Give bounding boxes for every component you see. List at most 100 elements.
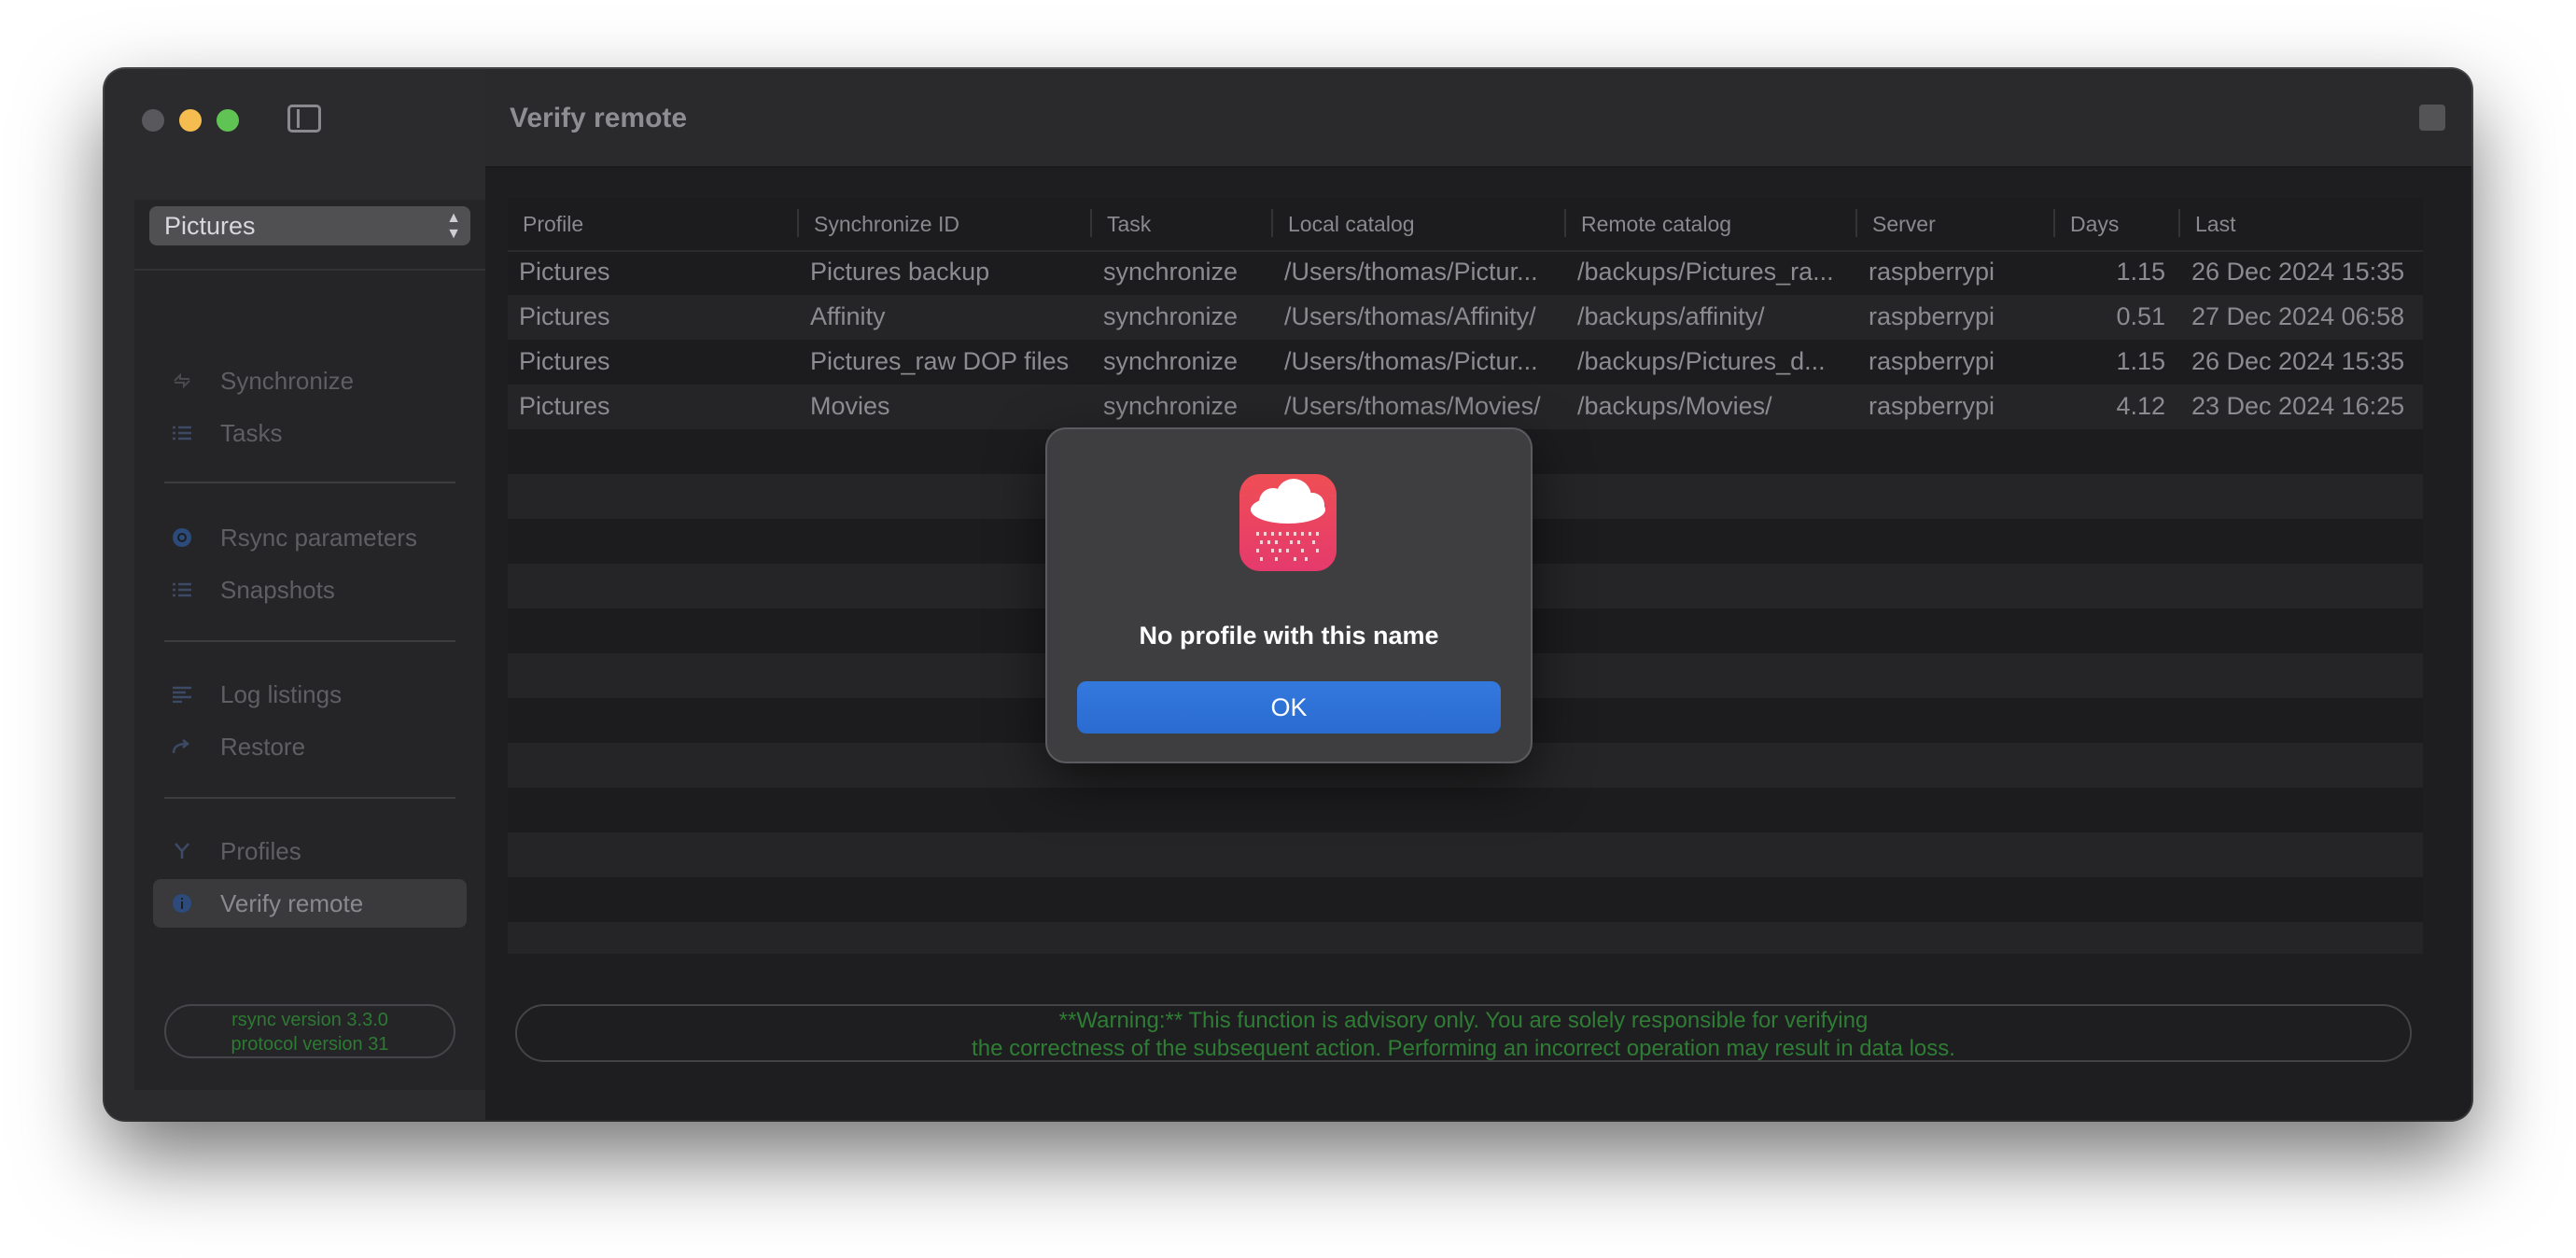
profile-selector[interactable]: Pictures ▲ ▼ bbox=[149, 206, 470, 245]
table-cell-profile: Pictures bbox=[519, 302, 610, 330]
table-cell-local-catalog: /Users/thomas/Pictur... bbox=[1284, 258, 1538, 286]
branch-icon bbox=[175, 843, 189, 859]
sidebar-toggle-icon[interactable] bbox=[287, 105, 321, 133]
table-cell-local-catalog: /Users/thomas/Movies/ bbox=[1284, 392, 1541, 420]
sidebar-divider bbox=[134, 269, 485, 271]
alert-dialog: No profile with this name OK bbox=[1047, 429, 1531, 762]
table-cell-days: 4.12 bbox=[2116, 392, 2165, 420]
sidebar-item-label: Rsync parameters bbox=[220, 524, 417, 552]
app-icon bbox=[1239, 474, 1337, 571]
table-cell-server: raspberrypi bbox=[1869, 258, 1995, 286]
warning-text-line2: the correctness of the subsequent action… bbox=[972, 1036, 1955, 1061]
table-row[interactable]: Pictures Movies synchronize/Users/thomas/M… bbox=[508, 384, 2423, 429]
rsync-version-text: rsync version 3.3.0 bbox=[231, 1010, 388, 1030]
rsync-protocol-text: protocol version 31 bbox=[231, 1034, 389, 1055]
empty-row bbox=[508, 832, 2423, 877]
sidebar-item-restore[interactable]: Restore bbox=[153, 722, 467, 771]
warning-text-line1: **Warning:** This function is advisory o… bbox=[1058, 1008, 1869, 1033]
sidebar-item-label: Snapshots bbox=[220, 576, 335, 604]
column-header-synchronize-id[interactable]: Synchronize ID bbox=[814, 212, 959, 237]
table-cell-remote-catalog: /backups/Movies/ bbox=[1577, 392, 1772, 420]
info-circle-icon bbox=[173, 894, 191, 913]
table-cell-remote-catalog: /backups/Pictures_d... bbox=[1577, 347, 1826, 375]
table-cell-days: 1.15 bbox=[2116, 258, 2165, 286]
table-cell-last: 23 Dec 2024 16:25 bbox=[2191, 392, 2405, 420]
restore-arrow-icon bbox=[172, 739, 190, 754]
table-cell-last: 26 Dec 2024 15:35 bbox=[2191, 258, 2405, 286]
table-cell-days: 1.15 bbox=[2116, 347, 2165, 375]
sidebar-item-label: Profiles bbox=[220, 837, 301, 865]
table-cell-last: 27 Dec 2024 06:58 bbox=[2191, 302, 2405, 330]
table-cell-days: 0.51 bbox=[2116, 302, 2165, 330]
table-cell-task: synchronize bbox=[1103, 347, 1239, 375]
column-separator[interactable] bbox=[1090, 209, 1092, 237]
table-header: Profile Synchronize ID Task Local catalo… bbox=[508, 198, 2423, 252]
sidebar-item-label: Verify remote bbox=[220, 889, 364, 917]
sidebar-item-rsync-parameters[interactable]: Rsync parameters bbox=[153, 513, 467, 562]
warning-banner: **Warning:** This function is advisory o… bbox=[515, 1004, 2412, 1062]
window-close-button[interactable] bbox=[142, 109, 164, 132]
table-row[interactable]: Pictures Pictures backup synchronize/Users… bbox=[508, 250, 2423, 295]
sidebar: Pictures ▲ ▼ Synchronize Tasks Rsync para… bbox=[105, 69, 485, 1120]
table-cell-local-catalog: /Users/thomas/Pictur... bbox=[1284, 347, 1538, 375]
table-cell-task: synchronize bbox=[1103, 302, 1239, 330]
column-separator[interactable] bbox=[1271, 209, 1273, 237]
column-header-task[interactable]: Task bbox=[1107, 212, 1151, 237]
table-row[interactable]: Pictures Pictures_raw DOP files synchroniz… bbox=[508, 340, 2423, 384]
profile-selector-value: Pictures bbox=[164, 212, 256, 240]
column-header-days[interactable]: Days bbox=[2070, 212, 2119, 237]
sidebar-item-label: Synchronize bbox=[220, 367, 355, 395]
ok-button[interactable]: OK bbox=[1077, 681, 1501, 734]
table-cell-profile: Pictures bbox=[519, 392, 610, 420]
dialog-message: No profile with this name bbox=[1139, 622, 1439, 650]
window-minimize-button[interactable] bbox=[179, 109, 202, 132]
table-cell-synchronize-id: Pictures_raw DOP files bbox=[810, 347, 1070, 375]
table-cell-local-catalog: /Users/thomas/Affinity/ bbox=[1284, 302, 1536, 330]
sync-icon bbox=[174, 372, 190, 389]
page-title: Verify remote bbox=[510, 103, 688, 133]
sidebar-item-synchronize[interactable]: Synchronize bbox=[153, 356, 467, 405]
empty-row bbox=[508, 922, 2423, 954]
column-header-last[interactable]: Last bbox=[2195, 212, 2235, 237]
sidebar-panel bbox=[134, 200, 485, 1090]
table-cell-server: raspberrypi bbox=[1869, 392, 1995, 420]
window-zoom-button[interactable] bbox=[217, 109, 239, 132]
rsync-version-badge: rsync version 3.3.0 protocol version 31 bbox=[164, 1004, 455, 1058]
sidebar-item-log-listings[interactable]: Log listings bbox=[153, 670, 467, 719]
column-separator[interactable] bbox=[1564, 209, 1566, 237]
table-cell-remote-catalog: /backups/Pictures_ra... bbox=[1577, 258, 1834, 286]
table-cell-profile: Pictures bbox=[519, 347, 610, 375]
sidebar-item-tasks[interactable]: Tasks bbox=[153, 409, 467, 457]
table-cell-remote-catalog: /backups/affinity/ bbox=[1577, 302, 1765, 330]
gear-circle-icon bbox=[173, 528, 191, 547]
column-header-server[interactable]: Server bbox=[1872, 212, 1936, 237]
sidebar-item-snapshots[interactable]: Snapshots bbox=[153, 566, 467, 614]
sidebar-item-verify-remote[interactable]: Verify remote bbox=[153, 879, 467, 928]
column-separator[interactable] bbox=[1855, 209, 1857, 237]
column-header-local-catalog[interactable]: Local catalog bbox=[1288, 212, 1415, 237]
column-separator[interactable] bbox=[2178, 209, 2180, 237]
column-header-remote-catalog[interactable]: Remote catalog bbox=[1581, 212, 1731, 237]
sidebar-separator bbox=[164, 640, 455, 642]
table-row[interactable]: Pictures Affinity synchronize/Users/thomas… bbox=[508, 295, 2423, 340]
table-cell-last: 26 Dec 2024 15:35 bbox=[2191, 347, 2405, 375]
table-cell-synchronize-id: Pictures backup bbox=[810, 258, 990, 286]
table-cell-server: raspberrypi bbox=[1869, 302, 1995, 330]
sidebar-separator bbox=[164, 482, 455, 483]
column-header-profile[interactable]: Profile bbox=[523, 212, 583, 237]
table-cell-server: raspberrypi bbox=[1869, 347, 1995, 375]
stop-button[interactable] bbox=[2419, 105, 2445, 131]
sidebar-item-label: Tasks bbox=[220, 419, 283, 447]
list-icon bbox=[173, 582, 191, 597]
column-separator[interactable] bbox=[2053, 209, 2055, 237]
table-cell-synchronize-id: Movies bbox=[810, 392, 890, 420]
sidebar-item-profiles[interactable]: Profiles bbox=[153, 827, 467, 875]
chevron-updown-icon: ▲ ▼ bbox=[446, 210, 461, 242]
sidebar-item-label: Log listings bbox=[220, 680, 343, 708]
table-cell-profile: Pictures bbox=[519, 258, 610, 286]
list-icon bbox=[173, 426, 191, 440]
table-cell-synchronize-id: Affinity bbox=[810, 302, 886, 330]
column-separator[interactable] bbox=[797, 209, 799, 237]
table-cell-task: synchronize bbox=[1103, 258, 1239, 286]
title-bar: Verify remote bbox=[485, 69, 2471, 168]
